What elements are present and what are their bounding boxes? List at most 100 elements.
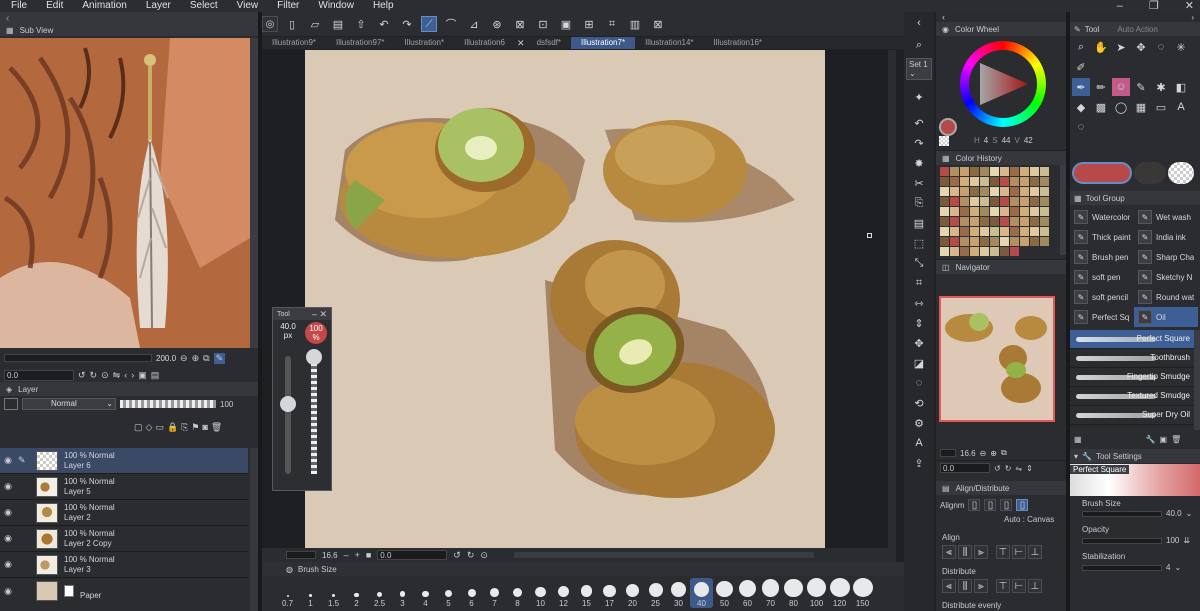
free-transform-icon[interactable]: ⌗ [910,274,928,292]
history-swatch[interactable] [980,227,989,236]
history-swatch[interactable] [1000,167,1009,176]
layer-row[interactable]: ◉ ✎ 100 % Normal Layer 6 [0,448,248,474]
history-swatch[interactable] [950,177,959,186]
brush-size-cell[interactable]: 12 [552,578,575,608]
layer-row[interactable]: ◉ 100 % Normal Layer 2 [0,500,248,526]
collapse-icon[interactable]: › [1191,13,1194,22]
doc-tab[interactable]: Illustration6 [454,37,515,49]
brush-size-cell[interactable]: 50 [713,578,736,608]
history-swatch[interactable] [970,247,979,256]
paper-layer-row[interactable]: ◉ Paper [0,578,248,604]
history-swatch[interactable] [1040,177,1049,186]
rotate-right-icon[interactable]: ↻ [90,370,98,381]
menu-animation[interactable]: Animation [82,0,126,12]
history-swatch[interactable] [1000,237,1009,246]
history-swatch[interactable] [960,187,969,196]
settings-icon[interactable]: ⚙ [910,414,928,432]
cut-icon[interactable]: ✂ [910,174,928,192]
timeline-icon[interactable]: ▥ [626,15,644,33]
brush-size-cell[interactable]: 30 [667,578,690,608]
history-swatch[interactable] [940,197,949,206]
align-middle-icon[interactable]: ⊢ [1012,545,1026,559]
history-swatch[interactable] [1000,227,1009,236]
align-mode-4[interactable]: ▯ [1016,499,1029,511]
brush-size-cell[interactable]: 2.5 [368,578,391,608]
rotate-left-icon[interactable]: ↺ [994,464,1001,473]
subtool-item[interactable]: ✎ Sketchy N [1134,267,1198,287]
history-swatch[interactable] [1020,237,1029,246]
layer-opacity-slider[interactable] [120,400,216,408]
subtool-item[interactable]: ✎ soft pen [1070,267,1134,287]
history-swatch[interactable] [1040,227,1049,236]
delete-subtool-icon[interactable]: 🗑 [1171,435,1181,444]
brush-size-cell[interactable]: 120 [828,578,851,608]
layer-row[interactable]: ◉ 100 % Normal Layer 2 Copy [0,526,248,552]
frame-icon[interactable]: ▦ [1132,98,1150,116]
brush-size-cell[interactable]: 0.7 [276,578,299,608]
history-swatch[interactable] [980,187,989,196]
eye-icon[interactable]: ◉ [0,507,16,518]
brush-size-stepper-icon[interactable]: ⌄ [1186,509,1193,518]
zoom-out-icon[interactable]: – [344,550,349,560]
brush-size-cell[interactable]: 8 [506,578,529,608]
doc-tab-active[interactable]: Illustration7* [571,37,636,49]
tool-tab[interactable]: Tool [1085,25,1100,34]
stop-icon[interactable]: ■ [366,550,371,560]
menu-file[interactable]: File [11,0,27,12]
history-swatch[interactable] [970,167,979,176]
fit-icon[interactable]: ⧉ [203,353,209,364]
copy-icon[interactable]: ⎘ [910,194,928,212]
subtool-item[interactable]: ✎ Wet wash [1134,207,1198,227]
menu-layer[interactable]: Layer [146,0,171,12]
distribute-left-icon[interactable]: ⫷ [942,579,956,593]
history-swatch[interactable] [980,167,989,176]
deselect-icon[interactable]: ⊡ [534,15,552,33]
lock-icon[interactable]: 🔒 [167,422,178,433]
lasso-tool-icon[interactable]: ◌ [1152,38,1170,56]
align-bottom-icon[interactable]: ⊥ [1028,545,1042,559]
layer-color-box[interactable] [4,398,18,410]
collapse-settings-icon[interactable]: ▾ [1074,452,1078,461]
history-swatch[interactable] [950,167,959,176]
main-color-chip[interactable] [1072,162,1132,184]
minimize-popup-icon[interactable]: – [312,309,317,319]
doc-tab[interactable]: Illustration14* [635,37,703,49]
fill-icon[interactable]: ⊠ [511,15,529,33]
align-left-icon[interactable]: ⫷ [942,545,956,559]
history-swatch[interactable] [1020,177,1029,186]
brush-size-cell[interactable]: 15 [575,578,598,608]
canvas-transform-handle[interactable] [867,233,872,238]
undo-icon[interactable]: ↶ [910,114,928,132]
move-tool-icon[interactable]: ✥ [1132,38,1150,56]
history-swatch[interactable] [1040,187,1049,196]
brush-size-cell[interactable]: 100 [805,578,828,608]
new-vector-layer-icon[interactable]: ◇ [146,422,153,433]
brush-size-cell[interactable]: 25 [644,578,667,608]
history-swatch[interactable] [1030,167,1039,176]
canvas-hscroll[interactable] [513,552,814,558]
pen-tool-icon[interactable]: ✒ [1072,78,1090,96]
subtool-item[interactable]: ✎ India ink [1134,227,1198,247]
opacity-slider[interactable] [1082,537,1162,544]
history-swatch[interactable] [1040,167,1049,176]
history-swatch[interactable] [1010,177,1019,186]
search-icon[interactable]: ⌕ [910,36,928,54]
zoom-in-icon[interactable]: + [355,550,360,560]
history-swatch[interactable] [1000,177,1009,186]
history-swatch[interactable] [950,187,959,196]
history-swatch[interactable] [1010,237,1019,246]
pointer-tool-icon[interactable]: ➤ [1112,38,1130,56]
history-swatch[interactable] [980,207,989,216]
history-swatch[interactable] [950,207,959,216]
zoom-out-icon[interactable]: ⊖ [980,449,987,458]
clear-icon[interactable]: ✸ [910,154,928,172]
redo-icon[interactable]: ↷ [910,134,928,152]
eye-icon[interactable]: ◉ [0,586,16,597]
history-swatch[interactable] [990,177,999,186]
history-swatch[interactable] [940,187,949,196]
zoom-in-icon[interactable]: ⊕ [192,353,200,364]
next-icon[interactable]: › [131,370,134,380]
history-swatch[interactable] [1030,197,1039,206]
transparent-color-icon[interactable]: ⊛ [488,15,506,33]
canvas-area[interactable] [262,50,896,548]
